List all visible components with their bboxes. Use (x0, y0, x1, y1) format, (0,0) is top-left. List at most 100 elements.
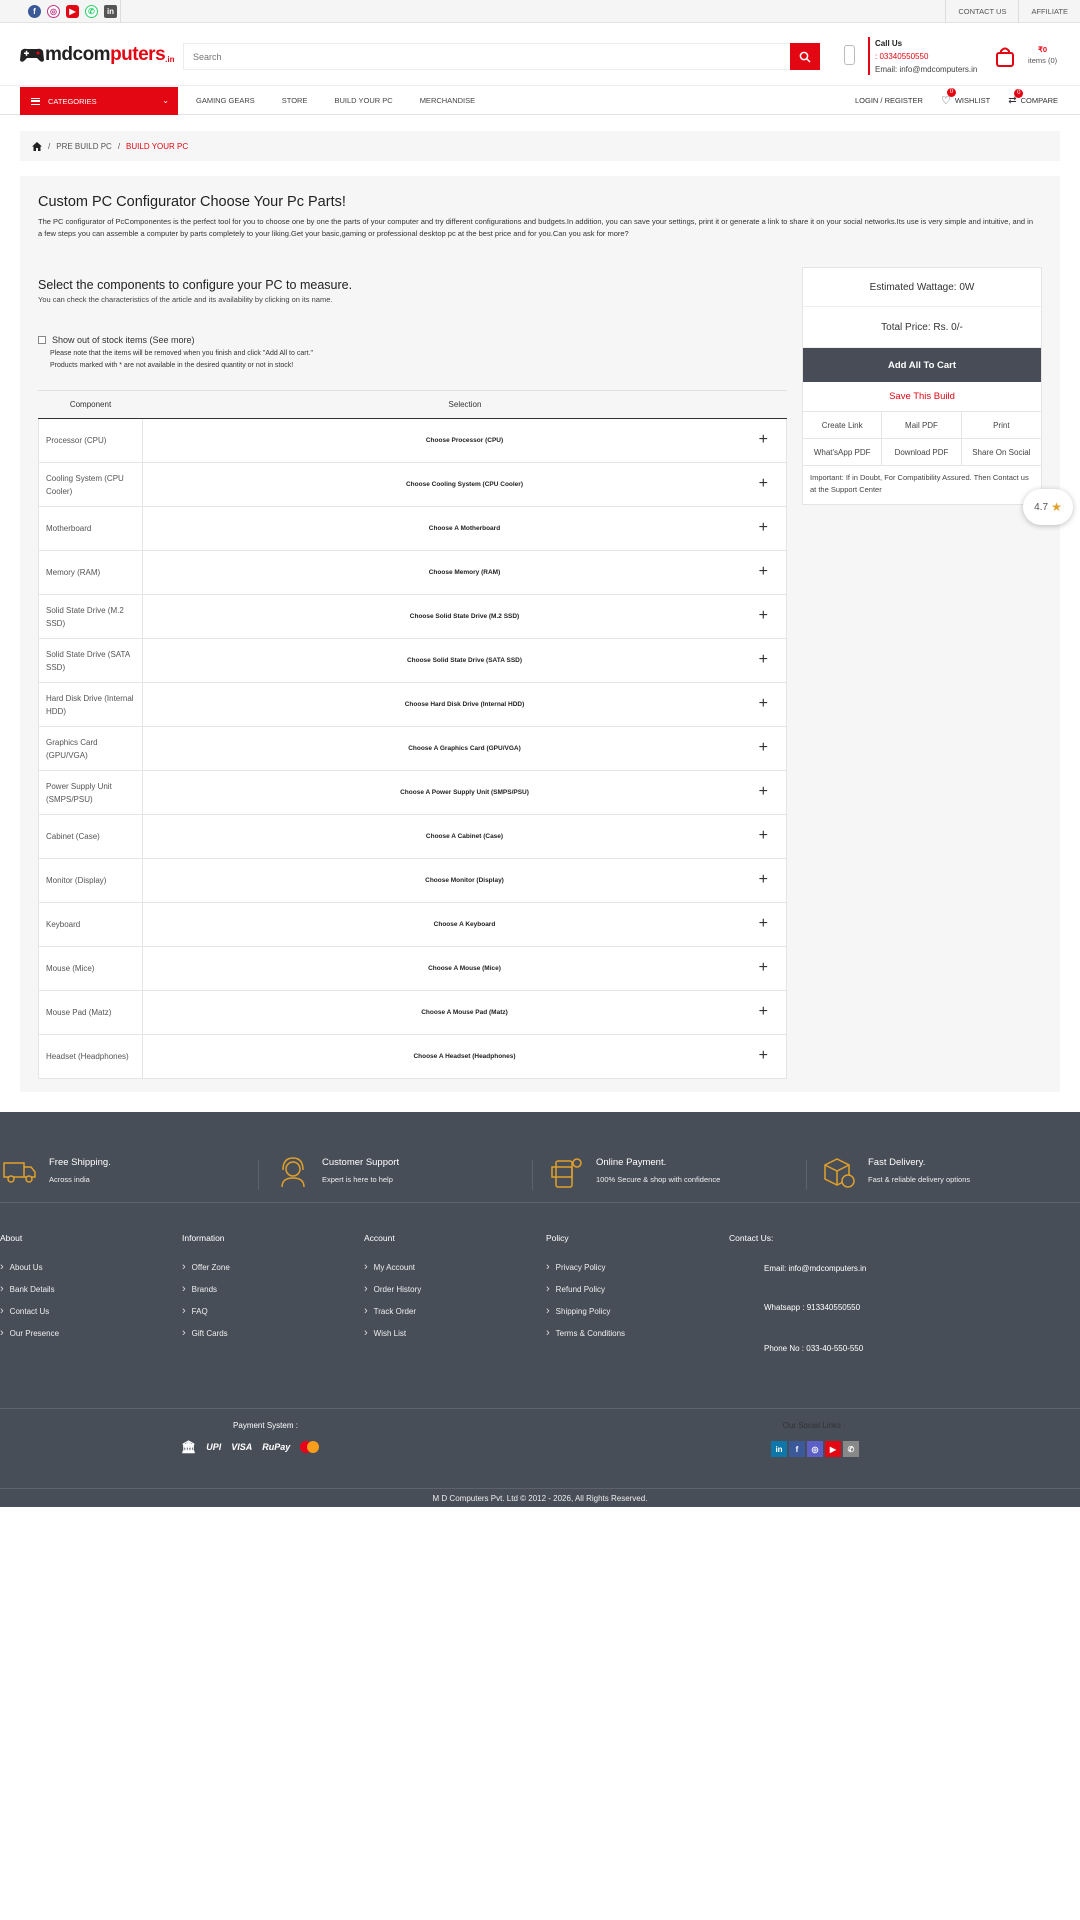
component-selection[interactable]: Choose A Mouse Pad (Matz) + (143, 991, 786, 1034)
choose-component-label[interactable]: Choose A Power Supply Unit (SMPS/PSU) (400, 789, 529, 796)
footer-link[interactable]: Track Order (364, 1300, 421, 1322)
component-selection[interactable]: Choose Cooling System (CPU Cooler) + (143, 463, 786, 506)
component-selection[interactable]: Choose A Keyboard + (143, 903, 786, 946)
component-name[interactable]: Power Supply Unit (SMPS/PSU) (39, 771, 143, 814)
choose-component-label[interactable]: Choose A Mouse (Mice) (428, 965, 501, 972)
youtube-icon[interactable]: ▶ (66, 5, 79, 18)
plus-icon[interactable]: + (759, 1004, 768, 1020)
out-of-stock-label[interactable]: Show out of stock items (See more) (52, 335, 195, 345)
choose-component-label[interactable]: Choose A Graphics Card (GPU/VGA) (408, 745, 521, 752)
footer-link[interactable]: My Account (364, 1256, 421, 1278)
choose-component-label[interactable]: Choose Cooling System (CPU Cooler) (406, 481, 523, 488)
choose-component-label[interactable]: Choose Memory (RAM) (429, 569, 501, 576)
component-selection[interactable]: Choose A Motherboard + (143, 507, 786, 550)
component-selection[interactable]: Choose A Power Supply Unit (SMPS/PSU) + (143, 771, 786, 814)
breadcrumb-pre-build-pc[interactable]: PRE BUILD PC (56, 142, 112, 151)
component-name[interactable]: Solid State Drive (SATA SSD) (39, 639, 143, 682)
choose-component-label[interactable]: Choose A Mouse Pad (Matz) (421, 1009, 508, 1016)
choose-component-label[interactable]: Choose A Headset (Headphones) (413, 1053, 515, 1060)
facebook-icon[interactable]: f (789, 1441, 805, 1457)
footer-link[interactable]: Privacy Policy (546, 1256, 625, 1278)
site-logo[interactable]: mdcomputers .in (19, 44, 175, 66)
plus-icon[interactable]: + (759, 1048, 768, 1064)
component-selection[interactable]: Choose Solid State Drive (SATA SSD) + (143, 639, 786, 682)
component-name[interactable]: Graphics Card (GPU/VGA) (39, 727, 143, 770)
footer-link[interactable]: Offer Zone (182, 1256, 230, 1278)
footer-link[interactable]: Our Presence (0, 1322, 59, 1344)
nav-item-build-your-pc[interactable]: BUILD YOUR PC (334, 96, 392, 105)
add-all-to-cart-button[interactable]: Add All To Cart (803, 348, 1041, 382)
choose-component-label[interactable]: Choose A Cabinet (Case) (426, 833, 503, 840)
whatsapp-icon[interactable]: ✆ (843, 1441, 859, 1457)
create-link-button[interactable]: Create Link (803, 412, 883, 439)
header-email[interactable]: Email: info@mdcomputers.in (875, 63, 977, 76)
choose-component-label[interactable]: Choose Solid State Drive (SATA SSD) (407, 657, 522, 664)
login-register-link[interactable]: LOGIN / REGISTER (855, 96, 923, 105)
component-name[interactable]: Keyboard (39, 903, 143, 946)
search-button[interactable] (790, 43, 820, 70)
component-selection[interactable]: Choose Memory (RAM) + (143, 551, 786, 594)
categories-menu[interactable]: CATEGORIES ⌄ (20, 87, 178, 115)
cart-button[interactable] (994, 46, 1016, 71)
plus-icon[interactable]: + (759, 916, 768, 932)
component-name[interactable]: Cabinet (Case) (39, 815, 143, 858)
component-selection[interactable]: Choose A Mouse (Mice) + (143, 947, 786, 990)
youtube-icon[interactable]: ▶ (825, 1441, 841, 1457)
footer-link[interactable]: Wish List (364, 1322, 421, 1344)
footer-link[interactable]: Bank Details (0, 1278, 59, 1300)
component-name[interactable]: Processor (CPU) (39, 419, 143, 462)
plus-icon[interactable]: + (759, 520, 768, 536)
nav-item-store[interactable]: STORE (282, 96, 308, 105)
linkedin-icon[interactable]: in (104, 5, 117, 18)
plus-icon[interactable]: + (759, 652, 768, 668)
plus-icon[interactable]: + (759, 828, 768, 844)
plus-icon[interactable]: + (759, 696, 768, 712)
footer-link[interactable]: Gift Cards (182, 1322, 230, 1344)
plus-icon[interactable]: + (759, 564, 768, 580)
footer-contact-email[interactable]: Email: info@mdcomputers.in (764, 1264, 866, 1273)
plus-icon[interactable]: + (759, 432, 768, 448)
footer-link[interactable]: Contact Us (0, 1300, 59, 1322)
footer-link[interactable]: About Us (0, 1256, 59, 1278)
plus-icon[interactable]: + (759, 476, 768, 492)
plus-icon[interactable]: + (759, 740, 768, 756)
component-selection[interactable]: Choose Monitor (Display) + (143, 859, 786, 902)
choose-component-label[interactable]: Choose Processor (CPU) (426, 437, 503, 444)
share-on-social-button[interactable]: Share On Social (961, 439, 1041, 466)
instagram-icon[interactable]: ◎ (807, 1441, 823, 1457)
out-of-stock-checkbox[interactable] (38, 336, 46, 344)
plus-icon[interactable]: + (759, 872, 768, 888)
component-name[interactable]: Motherboard (39, 507, 143, 550)
rating-widget[interactable]: 4.7 ★ (1023, 489, 1073, 525)
component-name[interactable]: Cooling System (CPU Cooler) (39, 463, 143, 506)
component-name[interactable]: Mouse (Mice) (39, 947, 143, 990)
component-selection[interactable]: Choose A Graphics Card (GPU/VGA) + (143, 727, 786, 770)
footer-link[interactable]: Terms & Conditions (546, 1322, 625, 1344)
choose-component-label[interactable]: Choose A Motherboard (429, 525, 500, 532)
nav-item-merchandise[interactable]: MERCHANDISE (420, 96, 475, 105)
plus-icon[interactable]: + (759, 608, 768, 624)
search-input[interactable] (184, 44, 784, 69)
component-selection[interactable]: Choose Processor (CPU) + (143, 419, 786, 462)
component-name[interactable]: Hard Disk Drive (Internal HDD) (39, 683, 143, 726)
instagram-icon[interactable]: ◎ (47, 5, 60, 18)
component-name[interactable]: Monitor (Display) (39, 859, 143, 902)
footer-link[interactable]: Refund Policy (546, 1278, 625, 1300)
footer-link[interactable]: Brands (182, 1278, 230, 1300)
component-selection[interactable]: Choose A Headset (Headphones) + (143, 1035, 786, 1078)
affiliate-link[interactable]: AFFILIATE (1018, 0, 1080, 23)
cart-info[interactable]: ₹0 items (0) (1028, 44, 1057, 66)
whatsapp-icon[interactable]: ✆ (85, 5, 98, 18)
out-of-stock-toggle[interactable]: Show out of stock items (See more) (38, 335, 195, 345)
choose-component-label[interactable]: Choose Monitor (Display) (425, 877, 504, 884)
wishlist-link[interactable]: ♡ 0 WISHLIST (941, 87, 990, 107)
component-name[interactable]: Memory (RAM) (39, 551, 143, 594)
footer-link[interactable]: Shipping Policy (546, 1300, 625, 1322)
compare-link[interactable]: ⇄ 0 COMPARE (1008, 88, 1058, 106)
choose-component-label[interactable]: Choose Hard Disk Drive (Internal HDD) (405, 701, 525, 708)
home-icon[interactable] (32, 141, 42, 151)
mail-pdf-button[interactable]: Mail PDF (882, 412, 962, 439)
facebook-icon[interactable]: f (28, 5, 41, 18)
component-name[interactable]: Mouse Pad (Matz) (39, 991, 143, 1034)
footer-contact-whatsapp[interactable]: Whatsapp : 913340550550 (764, 1303, 860, 1312)
